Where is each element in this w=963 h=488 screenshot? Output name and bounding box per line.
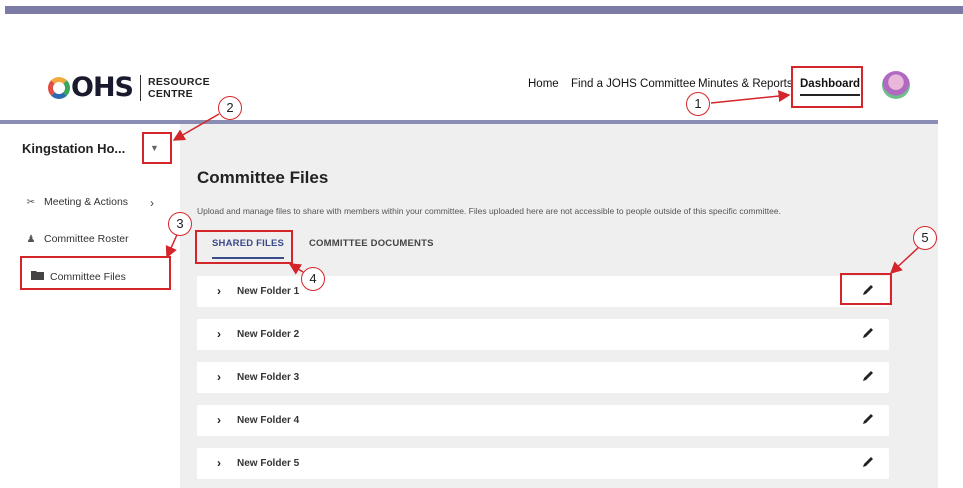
folder-name: New Folder 5 (237, 458, 300, 469)
sidebar-item-label: Committee Roster (44, 233, 129, 245)
avatar[interactable] (882, 71, 910, 99)
sidebar-item-label: Meeting & Actions (44, 196, 129, 208)
logo-mark: OHS (48, 72, 134, 103)
annotation-box-shared-files (195, 230, 293, 264)
annotation-box-committee-files (20, 256, 171, 290)
logo-line-2: CENTRE (148, 87, 193, 100)
top-banner-bar (5, 6, 963, 14)
nav-find-committee[interactable]: Find a JOHS Committee (571, 78, 696, 90)
edit-pencil-icon[interactable] (861, 326, 875, 340)
chevron-right-icon[interactable]: › (217, 284, 221, 298)
sidebar-item-committee-roster[interactable]: ♟ Committee Roster (24, 233, 129, 245)
annotation-number: 2 (218, 96, 242, 120)
sidebar: Kingstation Ho... ▼ ✂ Meeting & Actions … (0, 124, 180, 488)
folder-name: New Folder 4 (237, 415, 300, 426)
chevron-right-icon[interactable]: › (217, 456, 221, 470)
annotation-number: 4 (301, 267, 325, 291)
nav-minutes-reports[interactable]: Minutes & Reports (698, 78, 793, 90)
logo-brand-text: OHS (71, 72, 134, 103)
people-icon: ♟ (26, 233, 36, 245)
annotation-number: 1 (686, 92, 710, 116)
sidebar-item-meeting-actions[interactable]: ✂ Meeting & Actions (24, 196, 128, 208)
edit-pencil-icon[interactable] (861, 455, 875, 469)
main-content: Committee Files Upload and manage files … (180, 124, 938, 488)
logo-line-1: RESOURCE (148, 75, 210, 88)
page-description: Upload and manage files to share with me… (197, 206, 781, 216)
logo-circle-icon (48, 76, 70, 99)
chevron-right-icon[interactable]: › (217, 370, 221, 384)
folder-row[interactable]: › New Folder 5 (197, 448, 889, 479)
logo-divider (140, 74, 141, 101)
annotation-box-dashboard (791, 66, 863, 108)
folder-row[interactable]: › New Folder 4 (197, 405, 889, 436)
committee-selector-label[interactable]: Kingstation Ho... (22, 141, 125, 156)
edit-pencil-icon[interactable] (861, 412, 875, 426)
ohs-logo[interactable]: OHS RESOURCE CENTRE (48, 72, 210, 103)
folder-row[interactable]: › New Folder 3 (197, 362, 889, 393)
annotation-number: 3 (168, 212, 192, 236)
chevron-right-icon[interactable]: › (150, 196, 154, 210)
tab-committee-documents[interactable]: COMMITTEE DOCUMENTS (309, 238, 434, 249)
annotation-box-selector (142, 132, 172, 164)
annotation-box-edit (840, 273, 892, 305)
folder-name: New Folder 1 (237, 286, 300, 297)
logo-subtitle: RESOURCE CENTRE (148, 76, 210, 100)
chevron-right-icon[interactable]: › (217, 413, 221, 427)
nav-home[interactable]: Home (528, 78, 559, 90)
folder-name: New Folder 3 (237, 372, 300, 383)
folder-row[interactable]: › New Folder 2 (197, 319, 889, 350)
annotation-number: 5 (913, 226, 937, 250)
edit-pencil-icon[interactable] (861, 369, 875, 383)
folder-name: New Folder 2 (237, 329, 300, 340)
page-title: Committee Files (197, 168, 329, 187)
handshake-icon: ✂ (26, 196, 36, 208)
chevron-right-icon[interactable]: › (217, 327, 221, 341)
